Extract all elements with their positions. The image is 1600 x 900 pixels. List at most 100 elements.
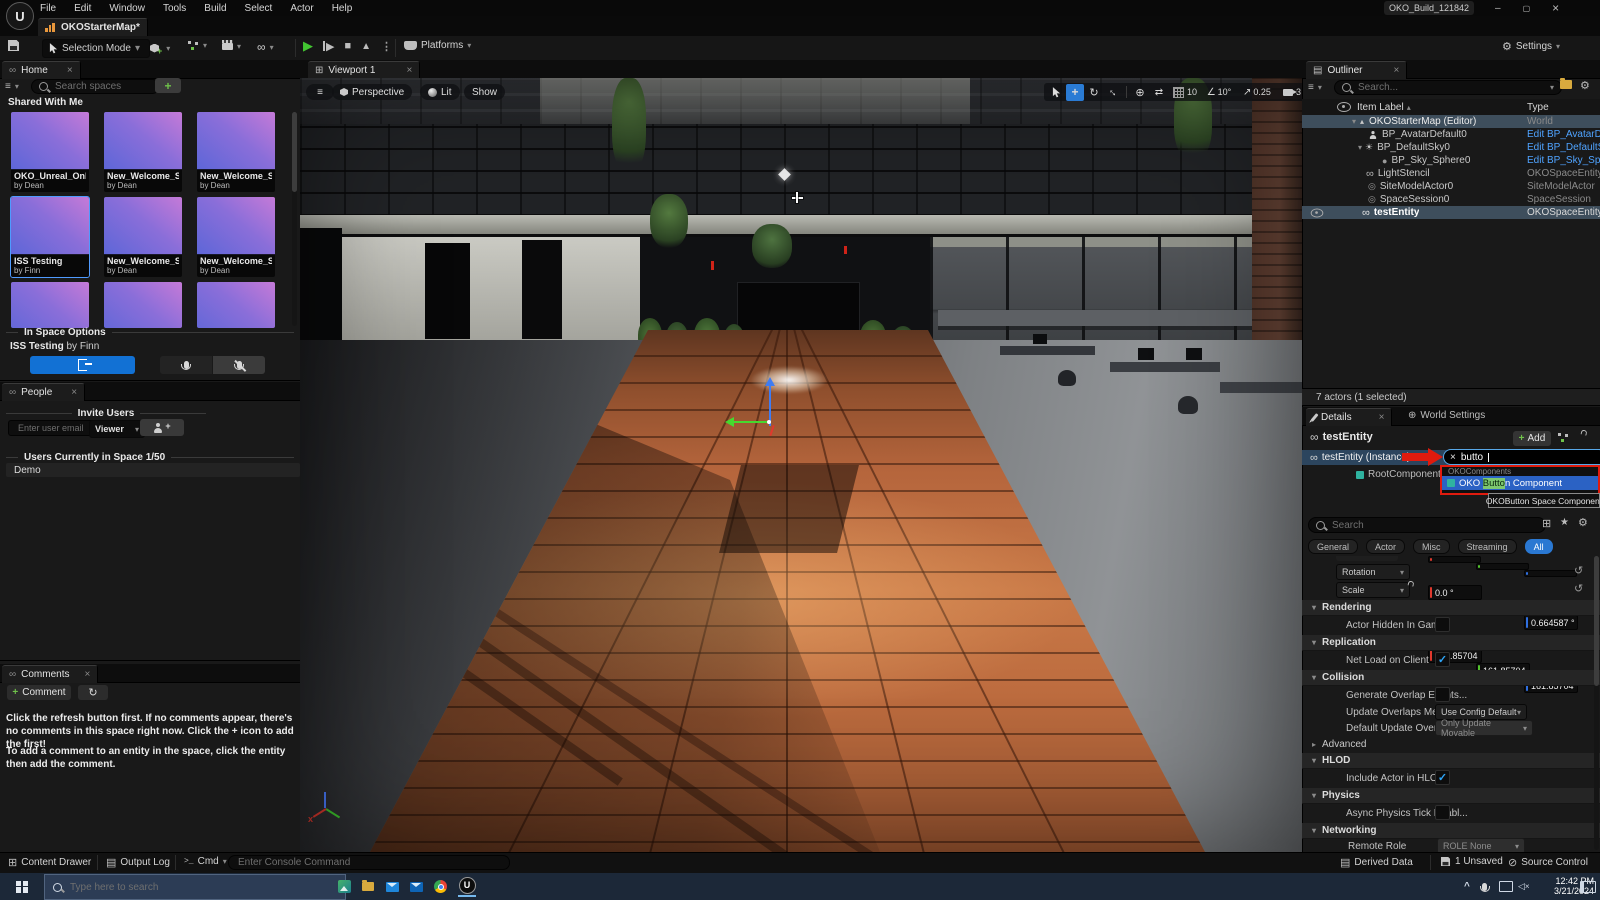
outliner-filter-button[interactable]: ≡ ▾ <box>1308 82 1322 93</box>
favorites-button[interactable]: ★ <box>1560 517 1569 528</box>
derived-data-button[interactable]: ▤ Derived Data <box>1340 856 1413 869</box>
rotate-tool-button[interactable]: ↻ <box>1085 84 1103 101</box>
eye-icon[interactable] <box>1311 208 1324 217</box>
close-icon[interactable]: × <box>406 65 412 76</box>
scale-mode-dropdown[interactable]: Scale ▾ <box>1336 582 1410 598</box>
section-collision[interactable]: ▾ Collision <box>1302 670 1600 686</box>
root-component-row[interactable]: RootComponent (Ro <box>1356 469 1446 480</box>
component-search-popup[interactable]: × butto <box>1443 449 1600 465</box>
tab-viewport1[interactable]: ⊞ Viewport 1 × <box>308 61 420 79</box>
in-space-options-separator[interactable]: In Space Options <box>6 327 294 338</box>
outliner-item-type-link[interactable]: Edit BP_Sky_Sphe <box>1527 155 1600 166</box>
settings-dropdown[interactable]: ⚙ Settings ▾ <box>1502 40 1560 53</box>
tab-world-settings[interactable]: ⊕ World Settings <box>1408 410 1485 421</box>
add-actor-button[interactable]: + ▾ <box>150 40 170 56</box>
clear-search-icon[interactable]: × <box>1450 452 1456 463</box>
lit-dropdown[interactable]: Lit <box>420 84 460 100</box>
details-scrollbar[interactable] <box>1594 556 1599 850</box>
outliner-item-type-link[interactable]: Edit BP_AvatarDe <box>1527 129 1600 140</box>
outliner-row[interactable]: ▾ ☀ BP_DefaultSky0 Edit BP_DefaultSk <box>1302 141 1600 154</box>
close-icon[interactable]: × <box>71 387 77 398</box>
cmd-dropdown[interactable]: >_ Cmd ▾ <box>184 856 227 867</box>
minimize-button[interactable]: – <box>1495 3 1501 14</box>
filter-all[interactable]: All <box>1525 539 1553 554</box>
scale-snap-button[interactable]: ↗0.25 <box>1237 84 1277 101</box>
actor-hidden-checkbox[interactable] <box>1435 617 1450 632</box>
selection-mode-dropdown[interactable]: Selection Mode ▾ <box>42 39 150 58</box>
rotation-z-field[interactable]: 0.664587 ° <box>1524 615 1578 630</box>
add-component-button[interactable]: + Add <box>1513 431 1551 446</box>
property-search-field[interactable] <box>1330 519 1538 532</box>
viewport-3d-scene[interactable]: x ≡ Perspective Lit Show + ↻ ↔ ⊕ ⇄ 10 ∠1… <box>300 78 1302 852</box>
menu-help[interactable]: Help <box>332 3 353 14</box>
section-networking[interactable]: ▾ Networking <box>1302 823 1600 839</box>
include-hlod-checkbox[interactable]: ✓ <box>1435 770 1450 785</box>
show-dropdown[interactable]: Show <box>464 84 505 100</box>
menu-actor[interactable]: Actor <box>290 3 313 14</box>
tab-details[interactable]: Details × <box>1306 408 1392 426</box>
async-physics-checkbox[interactable] <box>1435 805 1450 820</box>
gizmo-center[interactable] <box>767 420 771 424</box>
unreal-logo[interactable]: U <box>6 2 34 30</box>
tab-people[interactable]: ∞ People × <box>2 383 85 401</box>
maximize-button[interactable]: ▢ <box>1523 4 1531 13</box>
space-card[interactable] <box>104 282 182 328</box>
tray-volume-muted[interactable]: ◁× <box>1518 873 1530 900</box>
play-button[interactable]: ▶ <box>303 38 313 54</box>
tray-display[interactable] <box>1499 873 1513 900</box>
taskbar-outlook-app[interactable] <box>410 873 423 900</box>
save-button[interactable] <box>8 40 19 51</box>
mic-on-button[interactable] <box>160 356 212 374</box>
filter-misc[interactable]: Misc <box>1413 539 1450 554</box>
move-tool-button[interactable]: + <box>1066 84 1084 101</box>
outliner-row-selected[interactable]: ∞ testEntity OKOSpaceEntity <box>1302 206 1600 219</box>
spaces-search-input[interactable] <box>31 79 160 94</box>
space-card[interactable]: OKO_Unreal_Onbo...by Dean <box>11 112 89 192</box>
surface-snap-button[interactable]: ⇄ <box>1150 84 1168 101</box>
net-load-checkbox[interactable]: ✓ <box>1435 652 1450 667</box>
grid-snap-button[interactable]: 10 <box>1169 84 1201 101</box>
menu-edit[interactable]: Edit <box>74 3 91 14</box>
refresh-comments-button[interactable]: ↻ <box>78 685 108 700</box>
blueprints-button[interactable]: ▾ <box>188 40 207 50</box>
rotation-x-field[interactable]: 0.0 ° <box>1428 585 1482 600</box>
generate-overlap-checkbox[interactable] <box>1435 687 1450 702</box>
asset-tab-okostartermap[interactable]: OKOStarterMap* <box>38 18 148 36</box>
world-space-button[interactable]: ⊕ <box>1131 84 1149 101</box>
user-list-item[interactable]: Demo <box>6 463 300 477</box>
mic-muted-button[interactable] <box>213 356 265 374</box>
role-dropdown[interactable]: Viewer ▾ <box>89 420 145 438</box>
console-command-input[interactable] <box>228 855 510 870</box>
outliner-settings-button[interactable]: ⚙ <box>1580 79 1590 92</box>
space-card[interactable] <box>11 282 89 328</box>
taskbar-mail-app[interactable] <box>386 873 399 900</box>
expand-icon[interactable]: ▾ <box>1352 117 1356 126</box>
invite-user-button[interactable]: + <box>140 419 184 436</box>
scale-tool-button[interactable]: ↔ <box>1104 84 1122 101</box>
home-scrollbar[interactable] <box>292 112 297 326</box>
outliner-row[interactable]: ● BP_Sky_Sphere0 Edit BP_Sky_Sphe <box>1302 154 1600 167</box>
rotation-mode-dropdown[interactable]: Rotation ▾ <box>1336 564 1410 580</box>
filter-streaming[interactable]: Streaming <box>1458 539 1517 554</box>
start-button[interactable] <box>0 873 44 900</box>
taskbar-photos-app[interactable] <box>338 873 351 900</box>
spaces-search-field[interactable] <box>53 80 152 93</box>
reset-rotation-button[interactable]: ↺ <box>1574 564 1583 577</box>
add-comment-button[interactable]: + Comment <box>7 685 71 700</box>
space-card[interactable]: New_Welcome_Sp...by Dean <box>197 197 275 277</box>
close-icon[interactable]: × <box>1379 412 1385 423</box>
outliner-row[interactable]: ▾ ▴ OKOStarterMap (Editor) World <box>1302 115 1600 128</box>
unsaved-button[interactable]: 1 Unsaved <box>1440 856 1503 867</box>
gizmo-y-axis[interactable] <box>734 421 770 423</box>
stop-button[interactable]: ■ <box>344 40 351 52</box>
section-replication[interactable]: ▾ Replication <box>1302 635 1600 651</box>
outliner-row[interactable]: ◎ SiteModelActor0 SiteModelActor <box>1302 180 1600 193</box>
close-button[interactable]: × <box>1552 1 1559 15</box>
space-card[interactable]: New_Welcome_Sp...by Dean <box>197 112 275 192</box>
console-command-field[interactable] <box>236 856 502 869</box>
expand-icon[interactable]: ▾ <box>1358 143 1362 152</box>
close-icon[interactable]: × <box>67 65 73 76</box>
reset-scale-button[interactable]: ↺ <box>1574 582 1583 595</box>
eject-button[interactable]: ▲ <box>361 41 371 52</box>
section-rendering[interactable]: ▾ Rendering <box>1302 600 1600 616</box>
